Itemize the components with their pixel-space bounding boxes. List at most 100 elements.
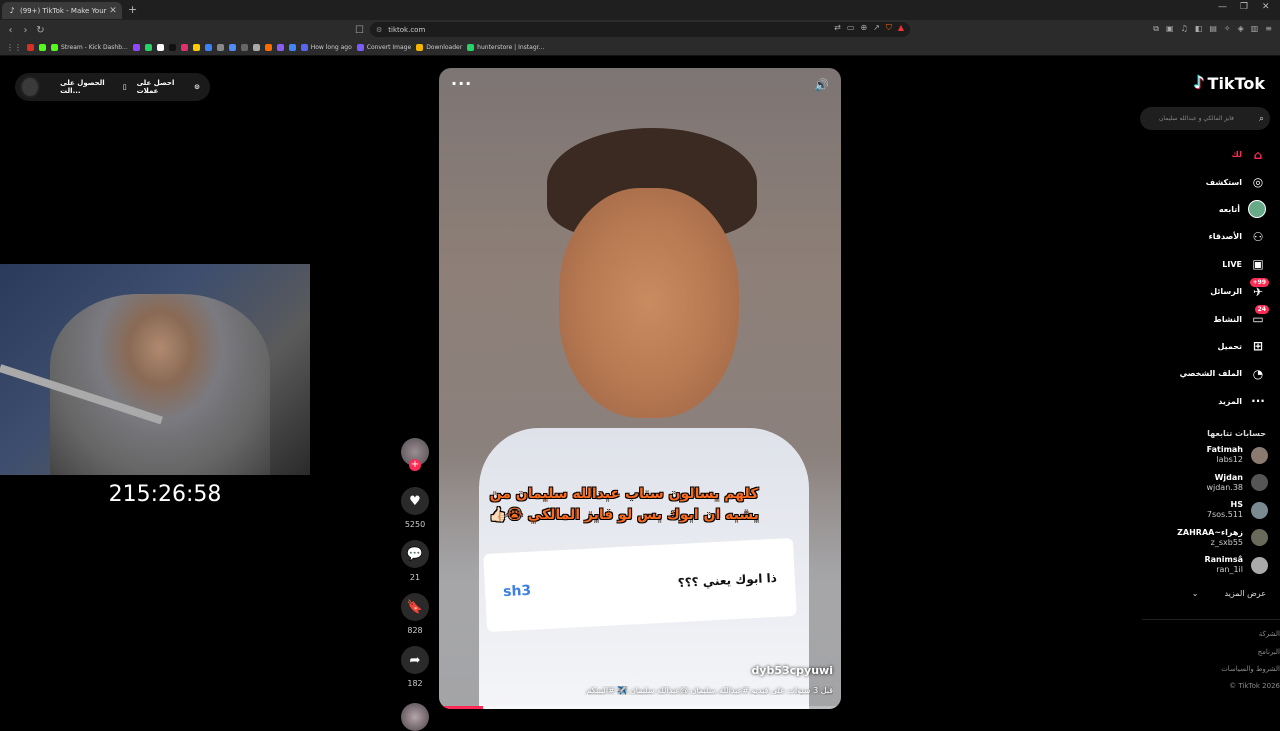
bookmark-item[interactable]: How long ago: [300, 44, 352, 51]
sidebar-item-following-avatar[interactable]: أتابعه: [1138, 196, 1266, 223]
share-arrow-icon: ➦: [409, 652, 421, 668]
bookmark-item[interactable]: [240, 44, 248, 51]
sidebar-item-profile[interactable]: ◔ الملف الشخصي: [1138, 360, 1266, 387]
following-account[interactable]: Wjdan wjdan.38: [1153, 473, 1268, 493]
close-window-button[interactable]: ✕: [1262, 2, 1270, 12]
like-button[interactable]: ♥: [401, 487, 429, 515]
get-access-chip[interactable]: الحصول على الت... ▯: [60, 79, 126, 95]
streamer-avatar[interactable]: [20, 76, 41, 98]
menu-icon[interactable]: ≡: [1265, 24, 1272, 34]
following-account[interactable]: Ranimsâ ran_1il: [1153, 555, 1268, 575]
new-tab-button[interactable]: +: [128, 3, 137, 16]
video-player[interactable]: ··· 🔊 كلهم يسالون سناب عبدالله سليمان من…: [439, 68, 841, 709]
bookmark-item[interactable]: [276, 44, 284, 51]
apps-icon[interactable]: ⋮⋮: [6, 43, 22, 52]
bookmark-item[interactable]: Stream - Kick Dashb...: [51, 44, 128, 51]
bookmark-item[interactable]: [228, 44, 236, 51]
footer-program-link[interactable]: البرنامج: [1258, 648, 1280, 656]
browser-tab[interactable]: ♪ (99+) TikTok - Make Your Day ✕: [2, 2, 122, 19]
sidebar-item-more[interactable]: ··· المزيد: [1138, 388, 1266, 415]
bookmark-item[interactable]: [216, 44, 224, 51]
music-disc-avatar[interactable]: [401, 703, 429, 731]
translate-icon[interactable]: ⇄: [834, 23, 841, 33]
tab-close-icon[interactable]: ✕: [108, 6, 118, 16]
sidebar-icon[interactable]: ◧: [1195, 24, 1203, 34]
vpn-icon[interactable]: ◈: [1238, 24, 1244, 34]
bookmark-item[interactable]: [252, 44, 260, 51]
bookmark-item[interactable]: [288, 44, 296, 51]
following-account[interactable]: Fatimah labs12: [1153, 445, 1268, 465]
tiktok-logo[interactable]: ♪ TikTok: [1194, 73, 1265, 93]
bookmark-item[interactable]: [204, 44, 212, 51]
tab-title: (99+) TikTok - Make Your Day: [20, 6, 108, 15]
sidebar-item-activity[interactable]: ▭ 24 النشاط: [1138, 305, 1269, 332]
video-subject-face: [559, 188, 739, 418]
bookmark-item[interactable]: [156, 44, 164, 51]
bookmark-favicon-icon: [240, 44, 248, 51]
sidebar-item-compass[interactable]: ◎ استكشف: [1138, 168, 1266, 195]
zoom-icon[interactable]: ⊕: [860, 23, 867, 33]
bookmark-item[interactable]: [264, 44, 272, 51]
screenshot-icon[interactable]: ▣: [1166, 24, 1174, 34]
coin-icon: ⊙: [194, 83, 201, 91]
bookmark-item[interactable]: [168, 44, 176, 51]
video-options-icon[interactable]: ···: [451, 74, 472, 93]
share-icon[interactable]: ↗: [873, 23, 880, 33]
volume-icon[interactable]: 🔊: [814, 78, 829, 92]
brave-rewards-icon[interactable]: ▲: [898, 23, 904, 33]
wallet-icon[interactable]: ▥: [1251, 24, 1259, 34]
share-button[interactable]: ➦: [401, 646, 429, 674]
following-account[interactable]: ZAHRAA~زهراء z_sxb55: [1153, 528, 1268, 548]
bookmark-item[interactable]: [192, 44, 200, 51]
extension-icon[interactable]: ⧉: [1153, 24, 1159, 34]
sidebar-item-label: المزيد: [1218, 396, 1242, 406]
sidebar-item-messages[interactable]: ✈ 99+ الرسائل: [1138, 277, 1269, 305]
follow-plus-icon[interactable]: +: [409, 459, 421, 471]
account-handle: 7sos.511: [1206, 510, 1243, 519]
bookmark-item[interactable]: [144, 44, 152, 51]
comment-button[interactable]: 💬: [401, 540, 429, 568]
extensions-toolbar: ⧉ ▣ ♫ ◧ ▤ ✧ ◈ ▥ ≡: [1153, 24, 1272, 34]
following-account[interactable]: HS 7sos.511: [1153, 500, 1268, 520]
forward-icon[interactable]: ›: [18, 25, 33, 36]
footer-terms-link[interactable]: الشروط والسياسات: [1221, 665, 1280, 673]
video-progress-bar[interactable]: [439, 706, 841, 709]
save-button[interactable]: 🔖: [401, 593, 429, 621]
sidebar-item-home[interactable]: ⌂ لك: [1138, 141, 1266, 168]
get-coins-chip[interactable]: احصل على عملات ⊙: [137, 79, 200, 95]
sidebar-item-live[interactable]: ▣ LIVE: [1138, 251, 1266, 278]
reload-icon[interactable]: ↻: [33, 25, 48, 36]
bookmark-item[interactable]: [180, 44, 188, 51]
bookmark-item[interactable]: Convert Image: [356, 44, 411, 51]
search-input[interactable]: ⌕ فايز المالكي و عبدالله سليمان: [1140, 107, 1270, 130]
bookmark-page-icon[interactable]: ☐: [352, 25, 367, 36]
sidebar-item-label: الرسائل: [1210, 287, 1242, 297]
music-icon[interactable]: ♫: [1181, 24, 1188, 34]
back-icon[interactable]: ‹: [3, 25, 18, 36]
bookmark-item[interactable]: Downloader: [416, 44, 462, 51]
tabs-icon[interactable]: ▤: [1209, 24, 1217, 34]
bookmark-item[interactable]: [132, 44, 140, 51]
home-icon: ⌂: [1253, 147, 1263, 162]
minimize-button[interactable]: —: [1218, 2, 1227, 12]
site-info-icon[interactable]: ⚙: [376, 26, 382, 34]
brave-shield-icon[interactable]: ⛉: [886, 23, 892, 33]
profile-icon: ◔: [1252, 366, 1264, 381]
bookmark-favicon-icon: [168, 44, 176, 51]
creator-avatar[interactable]: +: [401, 438, 429, 471]
bookmark-item[interactable]: [27, 44, 34, 51]
address-bar[interactable]: ⚙ tiktok.com ⇄ ▭ ⊕ ↗ ⛉ ▲: [370, 22, 910, 37]
url-text: tiktok.com: [388, 25, 426, 34]
maximize-button[interactable]: ❐: [1240, 2, 1248, 12]
reply-username: sh3: [502, 582, 532, 601]
cast-icon[interactable]: ▭: [847, 23, 855, 33]
leo-icon[interactable]: ✧: [1224, 24, 1231, 34]
see-more-button[interactable]: عرض المزيد ⌄: [1192, 589, 1266, 598]
search-icon[interactable]: ⌕: [1259, 114, 1264, 124]
footer-company-link[interactable]: الشركة: [1259, 630, 1280, 638]
bookmark-item[interactable]: hunterstore | Instagr...: [467, 44, 544, 51]
sidebar-item-friends[interactable]: ⚇ الأصدقاء: [1138, 223, 1266, 250]
bookmark-favicon-icon: [216, 44, 224, 51]
bookmark-item[interactable]: [39, 44, 46, 51]
sidebar-item-upload[interactable]: ⊞ تحميل: [1138, 333, 1266, 360]
